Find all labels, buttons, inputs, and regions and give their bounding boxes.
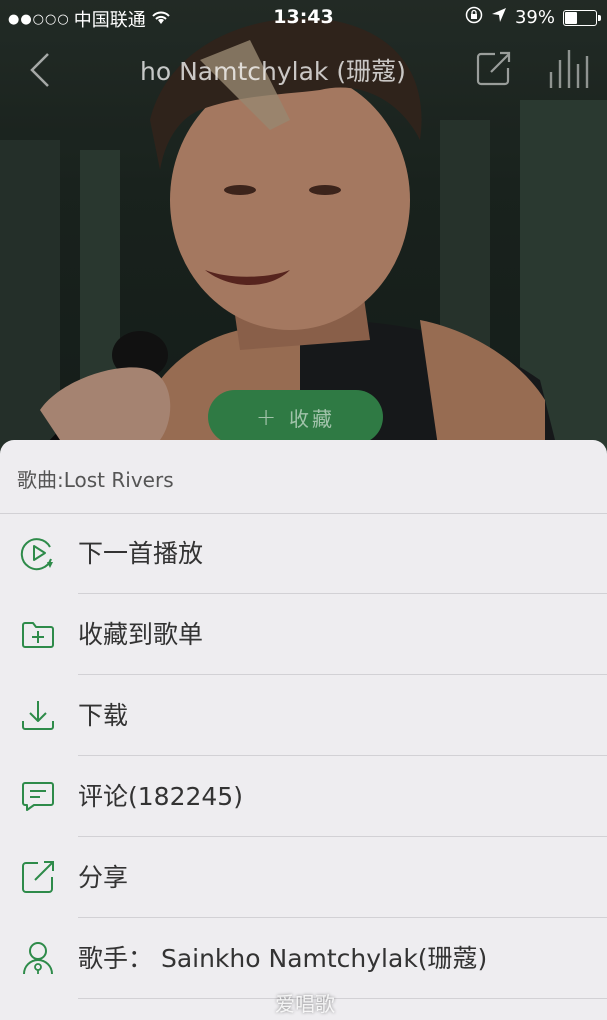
share-button[interactable] (473, 48, 513, 88)
chevron-left-icon (30, 53, 49, 87)
menu-item-label: 歌手： Sainkho Namtchylak(珊蔻) (78, 944, 488, 973)
battery-percent: 39% (514, 7, 555, 28)
menu-item-label: 下载 (78, 701, 129, 730)
menu-item-download[interactable]: 下载 (0, 675, 607, 756)
menu-item-share[interactable]: 分享 (0, 837, 607, 918)
menu-item-label: 下一首播放 (78, 539, 204, 568)
orientation-lock-icon (465, 6, 483, 29)
share-icon (22, 861, 54, 893)
share-icon (476, 51, 511, 86)
menu-item-label: 评论(182245) (78, 782, 243, 811)
menu-item-artist[interactable]: 歌手： Sainkho Namtchylak(珊蔻) (0, 918, 607, 999)
battery-level (565, 11, 578, 24)
equalizer-button[interactable] (545, 48, 589, 88)
status-bar: ●●○○○ 中国联通 13:43 39% (0, 0, 607, 36)
download-icon (22, 701, 54, 730)
menu-item-add-to-playlist[interactable]: 收藏到歌单 (0, 594, 607, 675)
song-artist-title: ho Namtchylak (珊蔻) (140, 57, 406, 86)
collect-button[interactable]: + 收藏 (208, 390, 383, 444)
comment-icon (22, 782, 54, 811)
song-name-label: 歌曲:Lost Rivers (17, 468, 174, 492)
plus-icon: + (255, 403, 280, 431)
watermark: 爱唱歌 (275, 992, 335, 1016)
menu-item-label: 收藏到歌单 (78, 620, 204, 649)
sheet-header: 歌曲:Lost Rivers (0, 440, 607, 514)
menu-item-comments[interactable]: 评论(182245) (0, 756, 607, 837)
menu-item-label: 分享 (78, 863, 129, 892)
divider (78, 998, 607, 999)
song-action-sheet: 歌曲:Lost Rivers 下一首播放 收藏到歌单 下载 评论(182245)… (0, 440, 607, 1020)
location-icon (491, 7, 507, 28)
play-next-icon (20, 538, 53, 571)
artist-icon (23, 942, 53, 975)
battery-icon (563, 9, 601, 26)
add-to-playlist-icon (22, 622, 54, 648)
nav-bar: ho Namtchylak (珊蔻) (0, 40, 607, 100)
back-button[interactable] (22, 48, 62, 92)
collect-label: 收藏 (289, 406, 336, 431)
menu-item-play-next[interactable]: 下一首播放 (0, 513, 607, 594)
equalizer-icon (549, 50, 589, 88)
